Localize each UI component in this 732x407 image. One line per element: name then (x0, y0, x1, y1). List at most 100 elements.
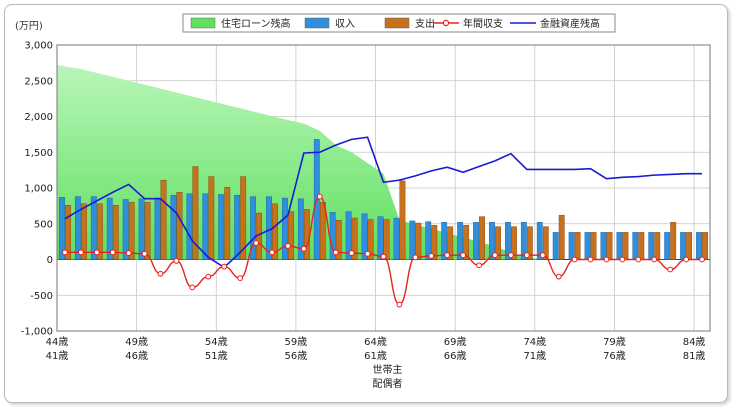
annual-balance-point (62, 249, 68, 256)
annual-balance-point (364, 250, 371, 257)
legend-swatch-2 (384, 17, 410, 29)
expense-bar (415, 222, 422, 260)
annual-balance-point (237, 275, 244, 281)
annual-balance-point (619, 256, 626, 263)
annual-balance-point (460, 252, 467, 259)
expense-bar (638, 232, 645, 260)
income-bar (282, 197, 288, 260)
expense-bar (399, 180, 406, 260)
annual-balance-point (205, 273, 212, 280)
income-bar (138, 198, 145, 260)
x-tick-label-row1: 44歳 (46, 336, 69, 348)
x-tick-label-row1: 54歳 (205, 336, 228, 348)
chart-svg: 住宅ローン残高 収入 支出 年間収支 金融資産残高 (万円) -1,000 -500 0 50… (15, 13, 711, 390)
income-bar (409, 220, 416, 260)
x-axis-row2-label: 配偶者 (373, 377, 403, 390)
x-tick-label-row2: 76歳 (603, 350, 626, 362)
y-tick-label: 0 (47, 255, 53, 266)
expense-bar (558, 214, 565, 260)
income-bar (696, 232, 702, 260)
x-tick-label-row2: 81歳 (683, 350, 706, 362)
income-bar (584, 232, 591, 260)
annual-balance-point (667, 266, 674, 273)
y-tick-label: 1,000 (24, 184, 53, 195)
y-tick-label: 2,500 (24, 76, 53, 87)
annual-balance-point (539, 252, 546, 259)
expense-bar (606, 232, 613, 260)
annual-balance-point (157, 270, 164, 277)
annual-balance-point (332, 249, 339, 256)
annual-balance-point (189, 284, 196, 291)
annual-balance-point (141, 250, 148, 257)
annual-balance-point (285, 243, 291, 249)
annual-balance-point (444, 252, 451, 259)
expense-bar (224, 187, 231, 260)
income-bar (393, 217, 400, 260)
y-tick-label: -500 (30, 291, 53, 302)
expense-bar (654, 232, 661, 260)
x-tick-label-row1: 69歳 (444, 336, 467, 348)
x-tick-label-row2: 41歳 (46, 350, 69, 362)
income-bar (234, 194, 241, 260)
expense-bar (479, 216, 485, 260)
legend-label-4: 金融資産残高 (540, 17, 600, 30)
legend-label-3: 年間収支 (463, 17, 503, 30)
income-bar (154, 197, 161, 260)
annual-balance-point (523, 252, 530, 259)
annual-balance-point (555, 273, 562, 280)
income-bar (568, 232, 575, 260)
annual-balance-point (348, 250, 355, 256)
expense-bar (622, 232, 629, 260)
expense-bar (702, 232, 708, 260)
legend: 住宅ローン残高 収入 支出 年間収支 金融資産残高 (182, 13, 616, 33)
x-tick-label-row2: 46歳 (125, 350, 148, 362)
x-tick-label-row2: 66歳 (444, 350, 467, 362)
annual-balance-point (109, 249, 116, 256)
legend-swatch-1 (304, 17, 330, 29)
y-axis-unit-label: (万円) (15, 21, 43, 32)
x-tick-label-row1: 74歳 (523, 336, 546, 348)
annual-balance-point (125, 250, 132, 256)
legend-swatch-0 (190, 17, 216, 29)
x-tick-label-row2: 71歳 (523, 350, 546, 362)
expense-bar (590, 232, 597, 260)
annual-balance-point (587, 256, 594, 263)
annual-balance-point (316, 193, 323, 200)
legend-label-2: 支出 (415, 17, 435, 30)
annual-balance-point (428, 253, 435, 259)
annual-balance-point (396, 301, 403, 308)
expense-bar (574, 232, 581, 260)
expense-bar (383, 219, 390, 260)
expense-bar (288, 211, 294, 260)
x-tick-label-row1: 79歳 (603, 336, 626, 348)
y-tick-label: 3,000 (24, 41, 53, 52)
y-tick-label: 1,500 (24, 148, 53, 159)
annual-balance-point (603, 256, 610, 263)
expense-bar (303, 209, 310, 260)
x-tick-label-row1: 59歳 (285, 336, 308, 348)
annual-balance-point (269, 249, 275, 256)
x-tick-label-row2: 61歳 (364, 350, 387, 362)
income-bar (616, 232, 623, 260)
annual-balance-point (173, 258, 180, 264)
chart-frame: 住宅ローン残高 収入 支出 年間収支 金融資産残高 (万円) -1,000 -500 0 50… (4, 4, 728, 403)
y-tick-label: 2,000 (24, 112, 53, 123)
income-bar (170, 194, 177, 260)
income-bar (600, 232, 607, 260)
legend-label-1: 収入 (335, 18, 355, 30)
income-bar (648, 232, 655, 260)
annual-balance-point (412, 254, 419, 261)
income-bar (552, 232, 559, 260)
y-tick-label: 500 (34, 219, 53, 230)
x-tick-label-row2: 56歳 (285, 350, 308, 362)
income-bar (377, 216, 384, 260)
annual-balance-point (300, 245, 307, 252)
x-tick-label-row1: 84歳 (683, 336, 706, 348)
expense-bar (144, 202, 151, 260)
annual-balance-point (492, 252, 498, 259)
annual-balance-point (253, 240, 259, 246)
income-bar (473, 222, 479, 260)
legend-label-0: 住宅ローン残高 (221, 17, 291, 30)
expense-bar (686, 232, 693, 260)
annual-balance-point (683, 256, 690, 263)
